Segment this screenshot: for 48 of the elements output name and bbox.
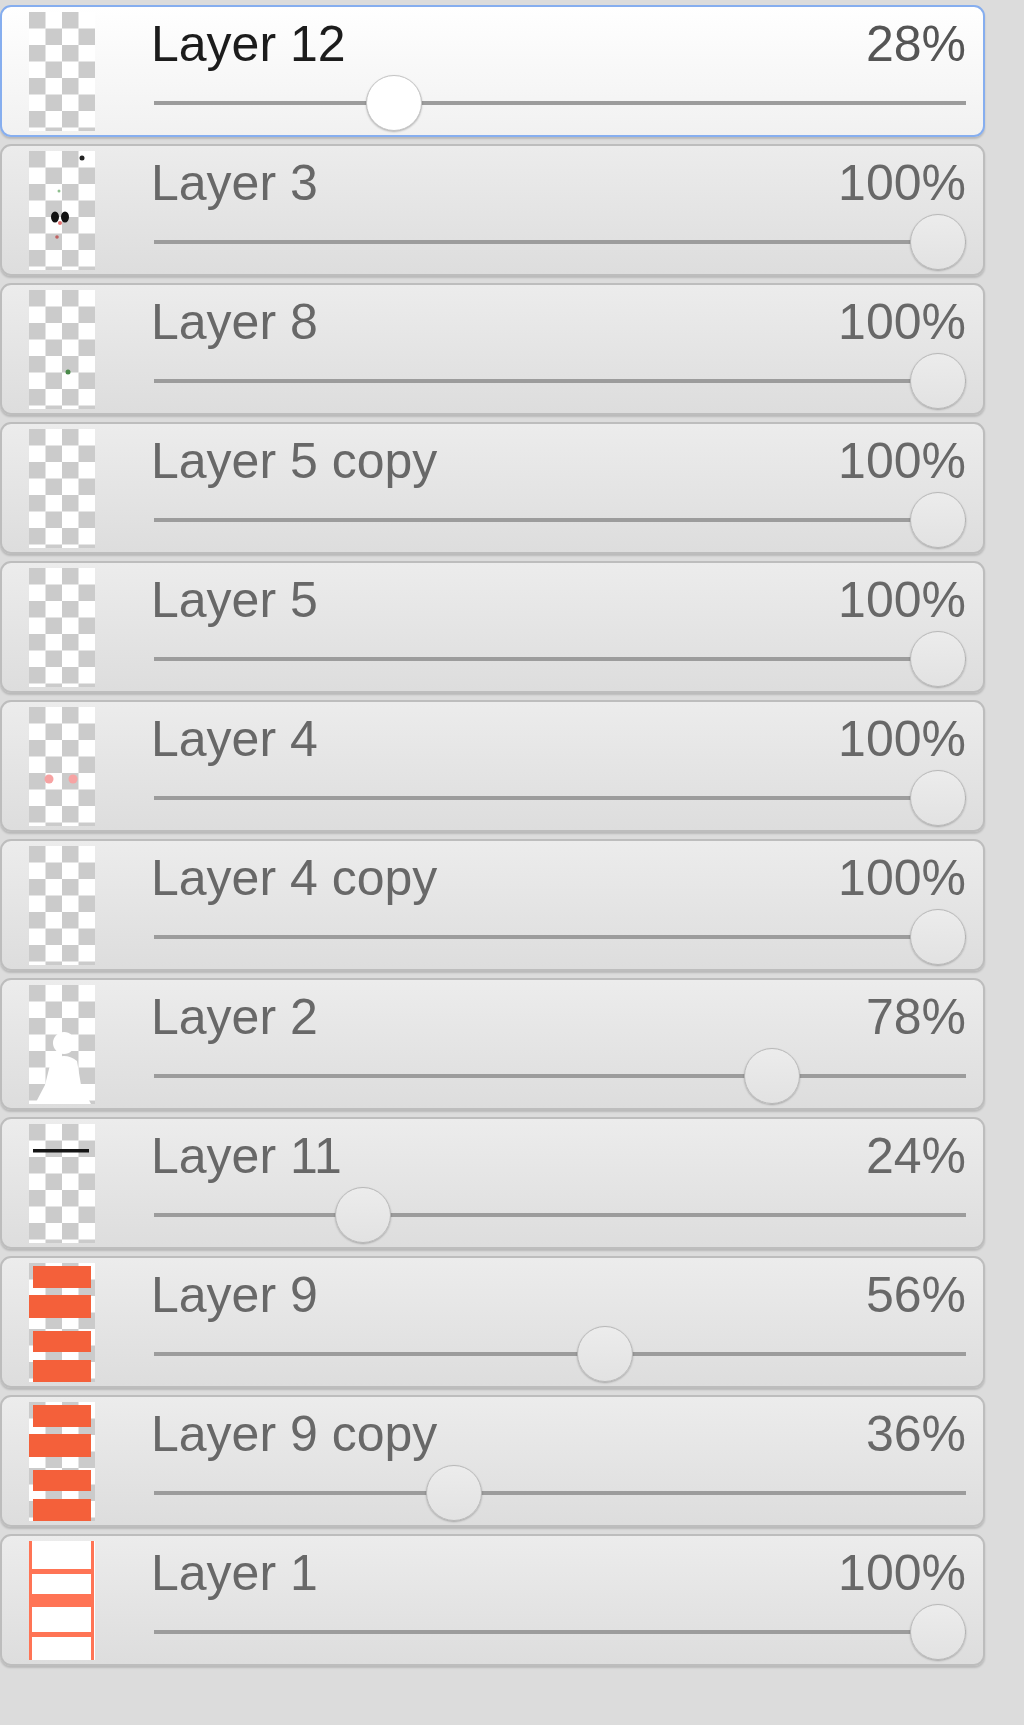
slider-thumb[interactable] [577,1326,634,1382]
layer-row[interactable]: Layer 3 100% [0,144,985,276]
layer-name: Layer 8 [151,294,318,350]
layer-row[interactable]: Layer 1 100% [0,1534,985,1666]
layer-name: Layer 2 [151,989,318,1045]
layer-row[interactable]: Layer 9 copy 36% [0,1395,985,1527]
layer-name: Layer 5 copy [151,433,438,489]
opacity-value: 24% [865,1128,966,1184]
layer-row[interactable]: Layer 4 100% [0,700,985,832]
slider-thumb[interactable] [335,1187,392,1243]
slider-thumb[interactable] [910,631,966,687]
opacity-value: 100% [838,711,966,767]
opacity-value: 100% [838,572,966,628]
layer-row[interactable]: Layer 5 100% [0,561,985,693]
slider-thumb[interactable] [910,492,966,548]
layer-row[interactable]: Layer 5 copy 100% [0,422,985,554]
layer-name: Layer 5 [151,572,318,628]
layer-name: Layer 9 [151,1267,318,1323]
layer-row[interactable]: Layer 8 100% [0,283,985,415]
slider-thumb[interactable] [910,214,966,270]
slider-thumb[interactable] [910,909,966,965]
slider-thumb[interactable] [426,1465,483,1521]
slider-thumb[interactable] [910,353,966,409]
layer-row[interactable]: Layer 4 copy 100% [0,839,985,971]
opacity-value: 100% [838,433,966,489]
slider-thumb[interactable] [910,1604,966,1660]
opacity-value: 100% [838,1545,966,1601]
opacity-value: 78% [865,989,966,1045]
opacity-value: 100% [838,850,966,906]
layer-row[interactable]: Layer 9 56% [0,1256,985,1388]
opacity-value: 28% [865,16,966,72]
layer-name: Layer 11 [151,1128,342,1184]
layer-row[interactable]: Layer 2 78% [0,978,985,1110]
layer-row[interactable]: Layer 11 24% [0,1117,985,1249]
slider-thumb[interactable] [743,1048,800,1104]
opacity-value: 100% [838,294,966,350]
layer-name: Layer 4 [151,711,318,767]
slider-thumb[interactable] [365,75,422,131]
layer-name: Layer 3 [151,155,318,211]
layer-name: Layer 9 copy [151,1406,438,1462]
slider-thumb[interactable] [910,770,966,826]
layer-name: Layer 12 [151,16,346,72]
opacity-value: 36% [865,1406,966,1462]
layer-name: Layer 1 [151,1545,318,1601]
layer-row[interactable]: Layer 12 28% [0,5,985,137]
opacity-value: 56% [865,1267,966,1323]
layer-name: Layer 4 copy [151,850,438,906]
opacity-value: 100% [838,155,966,211]
